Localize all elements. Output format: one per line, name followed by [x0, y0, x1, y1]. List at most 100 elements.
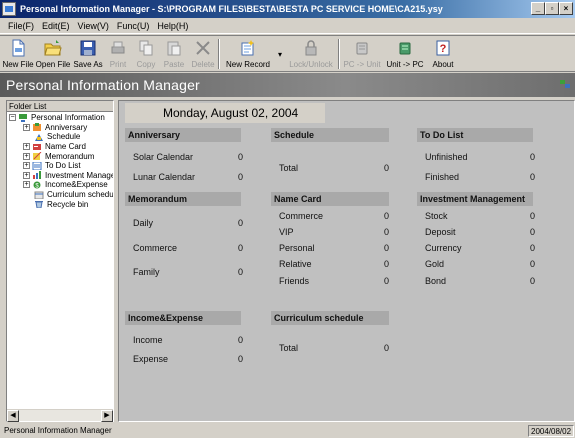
investment-deposit-count: 0 — [529, 227, 535, 237]
tree-item-anniversary[interactable]: + Anniversary — [7, 123, 113, 133]
investment-stock-label: Stock — [425, 211, 448, 221]
namecard-personal-label: Personal — [279, 243, 315, 253]
delete-button[interactable]: Delete — [188, 36, 218, 71]
open-folder-icon — [44, 40, 62, 56]
new-file-button[interactable]: New File — [2, 36, 34, 71]
investment-bond-count: 0 — [529, 276, 535, 286]
investment-icon — [33, 171, 41, 180]
expand-icon[interactable]: + — [23, 123, 30, 131]
income-label: Income — [133, 335, 163, 345]
scroll-track[interactable] — [19, 410, 101, 421]
anniversary-solar-label: Solar Calendar — [133, 152, 194, 162]
window-title: Personal Information Manager - S:\PROGRA… — [20, 4, 443, 14]
pc-to-unit-button[interactable]: PC -> Unit — [340, 36, 384, 71]
lock-unlock-button[interactable]: Lock/Unlock — [284, 36, 338, 71]
memorandum-header: Memorandum — [125, 192, 241, 206]
anniversary-lunar-label: Lunar Calendar — [133, 172, 196, 182]
folder-list-header: Folder List — [7, 101, 113, 112]
tree-item-memorandum[interactable]: + Memorandum — [7, 151, 113, 161]
scroll-right-icon[interactable]: ▶ — [101, 410, 113, 422]
tree-root[interactable]: − Personal Information — [7, 113, 113, 123]
tree-item-recycle-bin[interactable]: Recycle bin — [7, 199, 113, 209]
maximize-button[interactable]: ▫ — [545, 2, 559, 15]
open-file-button[interactable]: Open File — [34, 36, 72, 71]
memo-daily-count: 0 — [237, 218, 243, 228]
expand-icon[interactable]: + — [23, 152, 30, 160]
new-record-button[interactable]: New Record — [220, 36, 276, 71]
namecard-friends-count: 0 — [383, 276, 389, 286]
paste-button[interactable]: Paste — [160, 36, 188, 71]
copy-button[interactable]: Copy — [132, 36, 160, 71]
date-display: Monday, August 02, 2004 — [125, 103, 325, 123]
toolbar: New File Open File Save As Print Copy Pa… — [0, 35, 575, 72]
help-icon: ? — [436, 40, 450, 56]
tree-item-schedule[interactable]: Schedule — [7, 132, 113, 142]
expense-count: 0 — [237, 354, 243, 364]
investment-deposit-label: Deposit — [425, 227, 456, 237]
tree-item-name-card[interactable]: + Name Card — [7, 142, 113, 152]
expand-icon[interactable]: + — [23, 143, 30, 151]
schedule-total-count: 0 — [383, 163, 389, 173]
investment-gold-label: Gold — [425, 259, 445, 269]
unit-to-pc-button[interactable]: Unit -> PC — [384, 36, 426, 71]
svg-text:?: ? — [440, 43, 447, 55]
folder-horizontal-scrollbar[interactable]: ◀ ▶ — [7, 409, 113, 422]
folder-tree: − Personal Information + Anniversary Sch… — [7, 112, 113, 209]
close-button[interactable]: × — [559, 2, 573, 15]
expand-icon[interactable]: + — [23, 181, 30, 189]
investment-bond-label: Bond — [425, 276, 447, 286]
schedule-header: Schedule — [271, 128, 389, 142]
title-bar[interactable]: Personal Information Manager - S:\PROGRA… — [0, 0, 575, 18]
curriculum-icon — [34, 191, 44, 199]
menu-view[interactable]: View(V) — [74, 21, 113, 31]
computer-icon — [19, 113, 27, 122]
income-expense-header: Income&Expense — [125, 311, 241, 325]
panel-toggle-icon[interactable] — [559, 79, 571, 89]
summary-panel: Monday, August 02, 2004 Anniversary Sola… — [118, 100, 575, 422]
investment-currency-count: 0 — [529, 243, 535, 253]
curriculum-total-count: 0 — [383, 343, 389, 353]
about-button[interactable]: ? About — [426, 36, 460, 71]
save-icon — [80, 40, 96, 56]
tree-item-to-do-list[interactable]: + To Do List — [7, 161, 113, 171]
schedule-icon — [35, 133, 43, 141]
namecard-commerce-label: Commerce — [279, 211, 324, 221]
tree-item-income-expense[interactable]: + $ Income&Expense — [7, 180, 113, 190]
income-expense-icon: $ — [33, 181, 41, 189]
memo-family-count: 0 — [237, 267, 243, 277]
transfer-to-pc-icon — [399, 42, 411, 55]
todo-unfinished-label: Unfinished — [425, 152, 468, 162]
print-button[interactable]: Print — [104, 36, 132, 71]
collapse-icon[interactable]: − — [9, 114, 16, 122]
paste-icon — [167, 41, 181, 56]
memo-commerce-label: Commerce — [133, 243, 178, 253]
tree-item-curriculum[interactable]: Curriculum schedule — [7, 190, 113, 200]
app-icon — [2, 2, 16, 16]
menu-file[interactable]: File(F) — [4, 21, 38, 31]
tree-item-investment[interactable]: + Investment Management — [7, 171, 113, 181]
anniversary-icon — [33, 123, 41, 132]
minimize-button[interactable]: _ — [531, 2, 545, 15]
investment-stock-count: 0 — [529, 211, 535, 221]
print-icon — [111, 41, 125, 54]
menu-help[interactable]: Help(H) — [153, 21, 192, 31]
delete-x-icon — [196, 41, 210, 55]
menu-bar: File(F) Edit(E) View(V) Func(U) Help(H) — [0, 18, 575, 34]
expand-icon[interactable]: + — [23, 171, 30, 179]
name-card-header: Name Card — [271, 192, 389, 206]
transfer-to-unit-icon — [356, 42, 368, 55]
todo-unfinished-count: 0 — [529, 152, 535, 162]
page-title: Personal Information Manager — [6, 77, 200, 93]
scroll-left-icon[interactable]: ◀ — [7, 410, 19, 422]
expand-icon[interactable]: + — [23, 162, 30, 170]
income-count: 0 — [237, 335, 243, 345]
memorandum-icon — [33, 152, 42, 161]
namecard-relative-count: 0 — [383, 259, 389, 269]
status-text: Personal Information Manager — [4, 426, 112, 435]
save-as-button[interactable]: Save As — [72, 36, 104, 71]
new-record-dropdown[interactable]: ▾ — [276, 36, 284, 71]
menu-func[interactable]: Func(U) — [113, 21, 154, 31]
schedule-total-label: Total — [279, 163, 299, 173]
app-window: Personal Information Manager - S:\PROGRA… — [0, 0, 575, 438]
menu-edit[interactable]: Edit(E) — [38, 21, 74, 31]
